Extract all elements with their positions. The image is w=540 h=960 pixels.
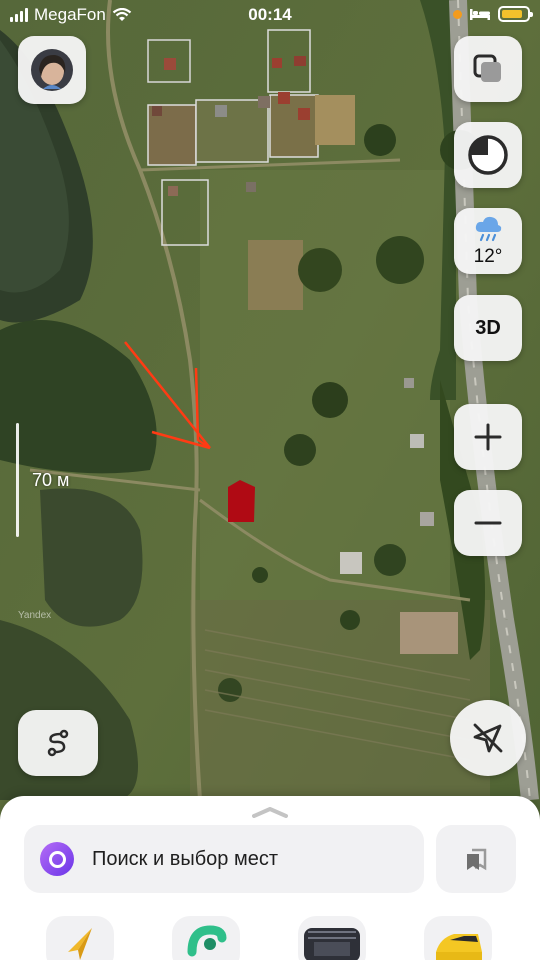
quick-action-transport[interactable] [172, 916, 240, 960]
bookmarks-icon [467, 848, 487, 871]
search-placeholder: Поиск и выбор мест [92, 847, 278, 870]
status-bar: MegaFon 00:14 [0, 0, 540, 30]
cellular-signal-icon [10, 8, 28, 22]
weather-button[interactable]: 12° [454, 208, 522, 274]
3d-mode-button[interactable]: 3D [454, 295, 522, 361]
quick-action-navigator[interactable] [46, 916, 114, 960]
navigator-icon [68, 928, 92, 960]
rain-cloud-icon [475, 216, 502, 242]
route-button[interactable] [18, 710, 98, 776]
alice-logo-icon[interactable] [40, 842, 74, 876]
clock: 00:14 [248, 5, 292, 24]
3d-label: 3D [475, 316, 501, 339]
map-provider-watermark: Yandex [18, 610, 52, 621]
map-scale: 70 м [14, 423, 104, 539]
transport-icon [187, 925, 227, 957]
carrier-name: MegaFon [34, 5, 106, 24]
quick-action-taxi[interactable] [424, 916, 492, 960]
layers-button[interactable] [454, 36, 522, 102]
chevron-up-icon[interactable] [252, 806, 288, 818]
sleep-mode-icon [470, 9, 490, 20]
search-bar[interactable]: Поиск и выбор мест [24, 825, 424, 893]
bottom-sheet[interactable]: Поиск и выбор мест [0, 796, 540, 960]
bookmarks-button[interactable] [436, 825, 516, 893]
scale-label: 70 м [32, 470, 70, 490]
location-off-icon [473, 723, 503, 753]
battery-icon [498, 6, 533, 22]
layers-icon [473, 54, 501, 82]
alice-icon [468, 135, 508, 175]
marked-land-plot [228, 480, 255, 522]
route-icon [47, 729, 69, 757]
user-avatar [31, 49, 73, 91]
scale-bar [16, 423, 19, 537]
plus-icon [474, 423, 502, 451]
minus-icon [474, 521, 502, 525]
zoom-out-button[interactable] [454, 490, 522, 556]
profile-button[interactable] [18, 36, 86, 104]
my-location-button[interactable] [450, 700, 526, 776]
quick-action-panorama[interactable] [298, 916, 366, 960]
taxi-icon [436, 934, 482, 960]
alice-button[interactable] [454, 122, 522, 188]
wifi-icon [112, 8, 132, 21]
panorama-icon [304, 928, 360, 960]
weather-temperature: 12° [473, 246, 503, 267]
location-indicator-icon [453, 9, 462, 19]
zoom-in-button[interactable] [454, 404, 522, 470]
